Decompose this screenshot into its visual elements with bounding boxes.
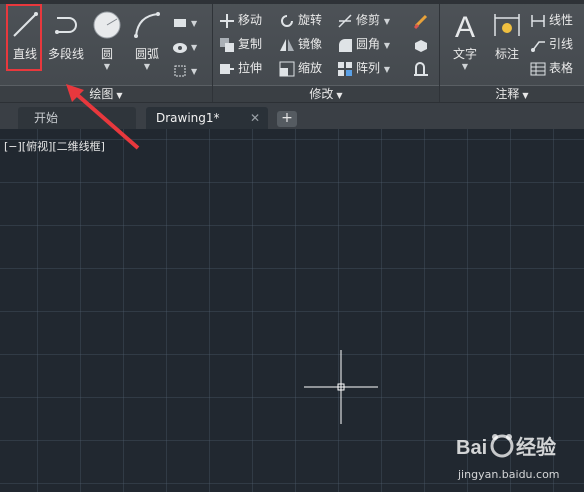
- arc-dropdown-icon[interactable]: ▼: [128, 62, 166, 71]
- annotation-panel-expand-icon[interactable]: ▼: [522, 91, 528, 100]
- modify-panel: 移动 复制 拉伸 旋转 镜像 缩放 修剪 ▼ 圆角 ▼ 阵列 ▼ 修改 ▼: [213, 4, 440, 102]
- circle-button[interactable]: 圆 ▼: [88, 8, 126, 71]
- stretch-label: 拉伸: [238, 61, 263, 75]
- line-button-highlight: [6, 4, 42, 71]
- dimension-icon: [494, 14, 520, 36]
- crosshair-cursor-icon: [304, 350, 378, 424]
- trim-icon: [338, 13, 352, 28]
- annotation-arrow-icon: [66, 84, 140, 150]
- fillet-label: 圆角: [356, 37, 381, 51]
- mirror-label: 镜像: [298, 37, 323, 51]
- table-icon: [530, 62, 546, 75]
- trim-dropdown-icon[interactable]: ▼: [384, 17, 390, 26]
- rotate-icon: [281, 14, 293, 27]
- tab-drawing1-label: Drawing1*: [156, 111, 220, 125]
- erase-tool[interactable]: [413, 10, 432, 30]
- rectangle-tool[interactable]: ▼: [172, 12, 197, 32]
- move-label: 移动: [238, 13, 263, 27]
- rectangle-icon: [174, 18, 186, 27]
- table-label: 表格: [549, 61, 574, 75]
- trim-tool[interactable]: 修剪 ▼: [337, 10, 390, 30]
- array-tool[interactable]: 阵列 ▼: [337, 58, 390, 78]
- offset-tool[interactable]: [413, 58, 432, 78]
- close-icon[interactable]: ✕: [250, 107, 260, 129]
- trim-label: 修剪: [356, 13, 381, 27]
- array-icon: [338, 61, 352, 76]
- annotation-panel: A 文字 ▼ 标注 线性 引线 表格 注释 ▼: [440, 4, 584, 102]
- fillet-dropdown-icon[interactable]: ▼: [384, 41, 390, 50]
- dimension-label: 标注: [494, 47, 519, 61]
- tab-start-label: 开始: [34, 111, 59, 125]
- boundary-icon: [174, 65, 186, 76]
- leader-tool[interactable]: 引线: [530, 34, 573, 54]
- scale-icon: [279, 61, 295, 76]
- move-icon: [220, 13, 234, 28]
- hatch-icon: [173, 42, 187, 53]
- text-icon: A: [455, 11, 475, 44]
- explode-icon: [415, 39, 427, 52]
- hatch-dropdown-icon[interactable]: ▼: [191, 43, 197, 52]
- boundary-dropdown-icon[interactable]: ▼: [191, 67, 197, 76]
- arc-button[interactable]: 圆弧 ▼: [128, 8, 166, 71]
- text-dropdown-icon[interactable]: ▼: [446, 62, 484, 71]
- move-tool[interactable]: 移动: [219, 10, 262, 30]
- rotate-tool[interactable]: 旋转: [279, 10, 322, 30]
- annotation-panel-title[interactable]: 注释 ▼: [440, 85, 584, 102]
- scale-tool[interactable]: 缩放: [279, 58, 322, 78]
- stretch-icon: [220, 63, 234, 74]
- new-tab-button[interactable]: +: [277, 111, 297, 127]
- linear-tool[interactable]: 线性: [530, 10, 573, 30]
- fillet-icon: [339, 38, 352, 52]
- circle-label: 圆: [100, 47, 113, 61]
- text-label: 文字: [452, 47, 477, 61]
- tab-drawing1[interactable]: Drawing1* ✕: [146, 107, 268, 129]
- dimension-button[interactable]: 标注: [488, 8, 526, 68]
- copy-label: 复制: [238, 37, 263, 51]
- boundary-tool[interactable]: ▼: [172, 60, 197, 80]
- fillet-tool[interactable]: 圆角 ▼: [337, 34, 390, 54]
- array-label: 阵列: [356, 61, 381, 75]
- text-button[interactable]: A 文字 ▼: [446, 8, 484, 71]
- svg-text:A: A: [455, 11, 475, 40]
- leader-label: 引线: [549, 37, 574, 51]
- explode-tool[interactable]: [413, 34, 432, 54]
- circle-icon: [93, 11, 121, 39]
- arc-label: 圆弧: [134, 47, 159, 61]
- polyline-icon: [55, 17, 77, 34]
- copy-icon: [220, 37, 234, 52]
- arc-icon: [134, 12, 160, 38]
- table-tool[interactable]: 表格: [530, 58, 573, 78]
- polyline-label: 多段线: [47, 47, 84, 61]
- stretch-tool[interactable]: 拉伸: [219, 58, 262, 78]
- hatch-tool[interactable]: ▼: [172, 36, 197, 56]
- offset-icon: [414, 61, 428, 76]
- rotate-label: 旋转: [298, 13, 323, 27]
- mirror-icon: [280, 38, 294, 51]
- linear-label: 线性: [549, 13, 574, 27]
- watermark-url: jingyan.baidu.com: [458, 468, 560, 481]
- circle-dropdown-icon[interactable]: ▼: [88, 62, 126, 71]
- polyline-button[interactable]: 多段线: [44, 8, 88, 68]
- linear-dimension-icon: [531, 14, 545, 27]
- copy-tool[interactable]: 复制: [219, 34, 262, 54]
- leader-icon: [531, 40, 545, 52]
- array-dropdown-icon[interactable]: ▼: [384, 65, 390, 74]
- erase-icon: [413, 14, 428, 29]
- scale-label: 缩放: [298, 61, 323, 75]
- rectangle-dropdown-icon[interactable]: ▼: [191, 19, 197, 28]
- modify-panel-title[interactable]: 修改 ▼: [213, 85, 439, 102]
- modify-panel-expand-icon[interactable]: ▼: [336, 91, 342, 100]
- mirror-tool[interactable]: 镜像: [279, 34, 322, 54]
